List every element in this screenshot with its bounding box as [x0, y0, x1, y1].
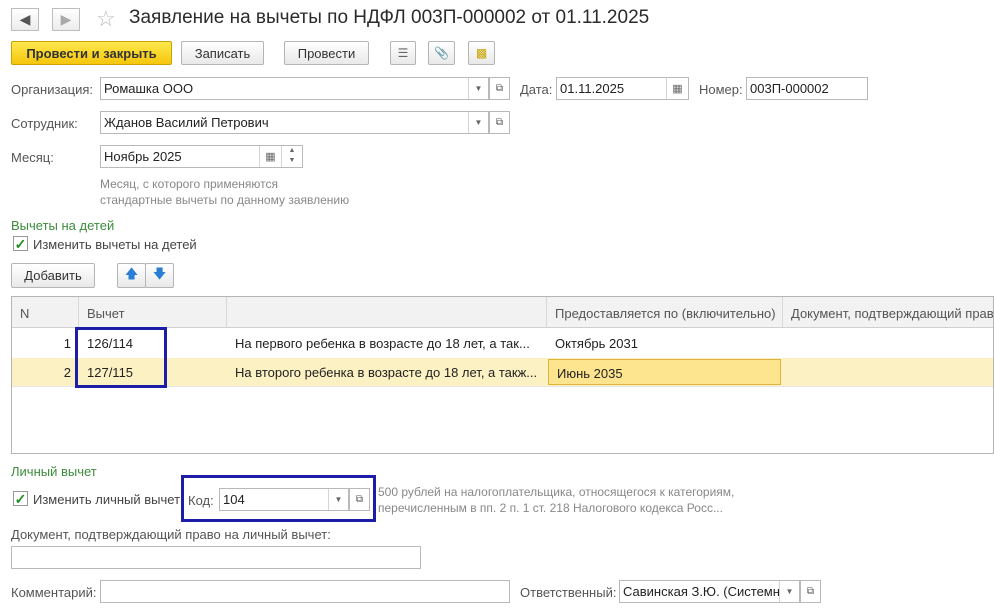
chevron-down-icon: ▼ — [474, 84, 483, 93]
save-button[interactable]: Записать — [181, 41, 264, 65]
month-hint-line1: Месяц, с которого применяются — [100, 177, 278, 191]
date-value: 01.11.2025 — [560, 81, 625, 96]
open-icon: ⧉ — [806, 586, 815, 597]
stepper-down-icon[interactable]: ▼ — [282, 156, 302, 166]
paperclip-icon: 📎 — [434, 46, 449, 60]
checkmark-icon: ✓ — [14, 490, 27, 507]
employee-value: Жданов Василий Петрович — [104, 115, 269, 130]
month-stepper[interactable]: ▲ ▼ — [281, 146, 302, 167]
employee-field[interactable]: Жданов Василий Петрович ▼ — [100, 111, 489, 134]
personal-document-label: Документ, подтверждающий право на личный… — [11, 527, 331, 542]
change-children-label[interactable]: Изменить вычеты на детей — [33, 237, 197, 252]
table-row-2-n[interactable]: 2 — [12, 358, 79, 387]
children-section-title: Вычеты на детей — [11, 218, 115, 233]
move-up-button[interactable]: 🡅 — [117, 263, 146, 288]
column-header-deduction[interactable]: Вычет — [79, 297, 227, 328]
personal-document-field[interactable] — [11, 546, 421, 569]
stepper-up-icon[interactable]: ▲ — [282, 146, 302, 156]
calendar-icon: ▦ — [265, 151, 276, 163]
arrow-up-icon: 🡅 — [124, 265, 139, 281]
arrow-left-icon: ◀ — [19, 11, 31, 27]
date-field[interactable]: 01.11.2025 ▦ — [556, 77, 689, 100]
column-header-n[interactable]: N — [12, 297, 79, 328]
checkmark-icon: ✓ — [14, 235, 27, 252]
organization-field[interactable]: Ромашка ООО ▼ — [100, 77, 489, 100]
arrow-down-icon: 🡇 — [152, 265, 167, 281]
table-row-2-until[interactable]: Июнь 2035 — [548, 359, 781, 385]
number-value: 003П-000002 — [750, 81, 829, 96]
employee-label: Сотрудник: — [11, 116, 78, 131]
back-button[interactable]: ◀ — [11, 8, 39, 31]
personal-code-hint-line1: 500 рублей на налогоплательщика, относящ… — [378, 485, 735, 499]
personal-section-title: Личный вычет — [11, 464, 97, 479]
date-label: Дата: — [520, 82, 553, 97]
add-button[interactable]: Добавить — [11, 263, 95, 288]
responsible-field[interactable]: Савинская З.Ю. (Системн ▼ — [619, 580, 800, 603]
personal-code-hint-line2: перечисленным в пп. 2 п. 1 ст. 218 Налог… — [378, 501, 723, 515]
table-row-1-n[interactable]: 1 — [12, 329, 79, 358]
employee-dropdown[interactable]: ▼ — [468, 112, 488, 133]
open-icon: ⧉ — [495, 83, 504, 94]
table-row-2-description[interactable]: На второго ребенка в возрасте до 18 лет,… — [227, 358, 547, 387]
month-value: Ноябрь 2025 — [104, 149, 182, 164]
column-header-description[interactable] — [227, 297, 547, 328]
change-personal-checkbox[interactable]: ✓ — [13, 491, 28, 506]
move-down-button[interactable]: 🡇 — [145, 263, 174, 288]
responsible-value: Савинская З.Ю. (Системн — [623, 584, 780, 599]
table-row-1-until[interactable]: Октябрь 2031 — [547, 329, 783, 358]
chevron-down-icon: ▼ — [474, 118, 483, 127]
calendar-icon: ▦ — [672, 83, 683, 95]
chevron-down-icon: ▼ — [785, 587, 794, 596]
column-header-document[interactable]: Документ, подтверждающий право — [783, 297, 993, 328]
month-hint-line2: стандартные вычеты по данному заявлению — [100, 193, 350, 207]
personal-code-highlight — [181, 475, 376, 522]
month-field[interactable]: Ноябрь 2025 ▦ ▲ ▼ — [100, 145, 303, 168]
attach-button[interactable]: 📎 — [428, 41, 455, 65]
responsible-open-button[interactable]: ⧉ — [800, 580, 821, 603]
post-and-close-button[interactable]: Провести и закрыть — [11, 41, 172, 65]
employee-open-button[interactable]: ⧉ — [489, 111, 510, 134]
open-icon: ⧉ — [495, 117, 504, 128]
page-title: Заявление на вычеты по НДФЛ 003П-000002 … — [129, 7, 650, 28]
month-calendar-button[interactable]: ▦ — [259, 146, 281, 167]
table-row-1-description[interactable]: На первого ребенка в возрасте до 18 лет,… — [227, 329, 547, 358]
report-icon: ▩ — [475, 46, 488, 60]
table-row-2-document[interactable] — [783, 358, 993, 387]
deduction-codes-highlight — [75, 327, 167, 388]
change-children-checkbox[interactable]: ✓ — [13, 236, 28, 251]
table-row-1-document[interactable] — [783, 329, 993, 358]
organization-open-button[interactable]: ⧉ — [489, 77, 510, 100]
forward-button[interactable]: ▶ — [52, 8, 80, 31]
responsible-dropdown[interactable]: ▼ — [779, 581, 799, 602]
date-calendar-button[interactable]: ▦ — [666, 78, 688, 99]
responsible-label: Ответственный: — [520, 585, 617, 600]
arrow-right-icon: ▶ — [60, 11, 72, 27]
list-button[interactable]: ☰ — [390, 41, 416, 65]
organization-dropdown[interactable]: ▼ — [468, 78, 488, 99]
list-icon: ☰ — [397, 46, 409, 60]
number-field[interactable]: 003П-000002 — [746, 77, 868, 100]
month-label: Месяц: — [11, 150, 54, 165]
comment-field[interactable] — [100, 580, 510, 603]
comment-label: Комментарий: — [11, 585, 97, 600]
column-header-until[interactable]: Предоставляется по (включительно) — [547, 297, 783, 328]
organization-label: Организация: — [11, 82, 94, 97]
report-button[interactable]: ▩ — [468, 41, 495, 65]
favorite-star-icon[interactable]: ☆ — [96, 6, 116, 32]
post-button[interactable]: Провести — [284, 41, 369, 65]
number-label: Номер: — [699, 82, 743, 97]
organization-value: Ромашка ООО — [104, 81, 194, 96]
change-personal-label[interactable]: Изменить личный вычет — [33, 492, 180, 507]
